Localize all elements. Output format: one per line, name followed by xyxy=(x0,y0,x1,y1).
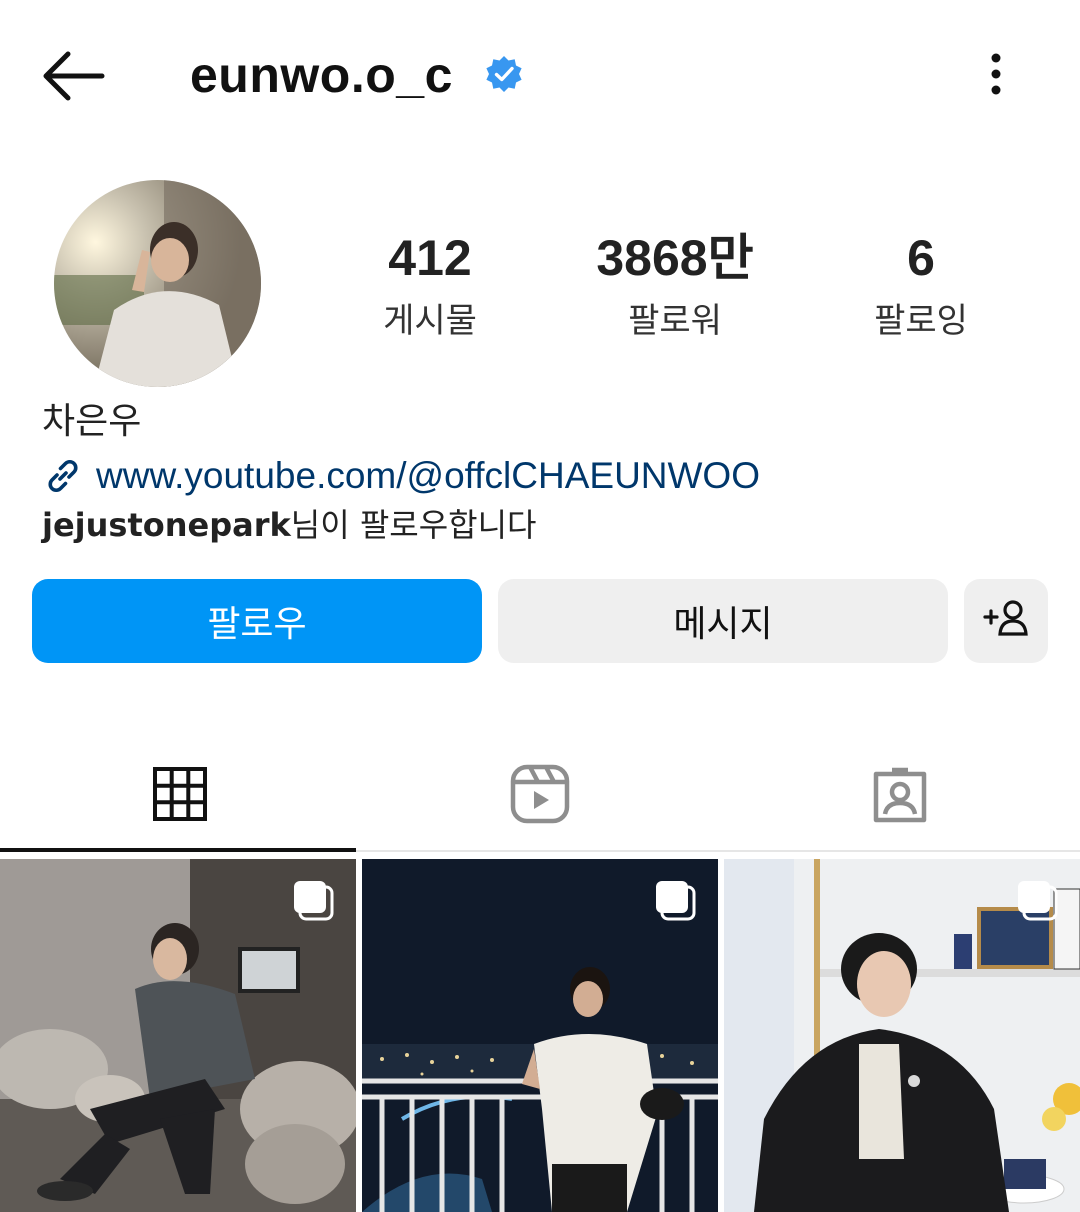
post-thumbnail[interactable] xyxy=(724,859,1080,1212)
carousel-icon xyxy=(1016,879,1060,923)
tab-reels[interactable] xyxy=(360,740,720,852)
post-thumbnail[interactable] xyxy=(362,859,718,1212)
followers-label: 팔로워 xyxy=(628,301,722,341)
profile-tabs xyxy=(0,740,1080,852)
profile-full-name: 차은우 xyxy=(42,401,142,442)
followed-by-text[interactable]: jejustonepark님이 팔로우합니다 xyxy=(42,503,537,547)
following-count: 6 xyxy=(907,230,935,286)
following-stat[interactable]: 6 팔로잉 xyxy=(811,228,1031,344)
tab-posts-grid[interactable] xyxy=(0,740,360,852)
suggested-users-button[interactable] xyxy=(964,579,1048,663)
more-options-icon[interactable] xyxy=(976,50,1016,100)
posts-stat[interactable]: 412 게시물 xyxy=(320,228,540,344)
profile-link-text[interactable]: www.youtube.com/@offclCHAEUNWOO xyxy=(96,452,760,500)
followed-by-suffix: 님이 팔로우합니다 xyxy=(290,506,537,544)
carousel-icon xyxy=(654,879,698,923)
post-thumbnail[interactable] xyxy=(0,859,356,1212)
link-icon xyxy=(42,455,84,497)
top-bar: eunwo.o_c xyxy=(0,0,1080,150)
add-user-icon xyxy=(982,597,1030,646)
tagged-icon xyxy=(870,764,930,828)
message-button[interactable]: 메시지 xyxy=(498,579,948,663)
follow-button[interactable]: 팔로우 xyxy=(32,579,482,663)
verified-badge-icon xyxy=(484,54,524,94)
active-tab-indicator xyxy=(0,848,356,852)
posts-count: 412 xyxy=(388,230,472,286)
followers-count: 3868만 xyxy=(596,230,754,286)
profile-link[interactable]: www.youtube.com/@offclCHAEUNWOO xyxy=(42,452,760,500)
posts-label: 게시물 xyxy=(383,301,477,341)
reels-icon xyxy=(510,764,570,828)
carousel-icon xyxy=(292,879,336,923)
followers-stat[interactable]: 3868만 팔로워 xyxy=(565,228,785,344)
profile-avatar[interactable] xyxy=(54,180,261,387)
profile-page: eunwo.o_c 412 게시물 3868만 팔로워 6 팔로잉 차은우 ww… xyxy=(0,0,1080,1212)
profile-username: eunwo.o_c xyxy=(190,47,453,103)
tab-tagged[interactable] xyxy=(720,740,1080,852)
back-arrow-icon[interactable] xyxy=(40,48,106,104)
followed-by-username[interactable]: jejustonepark xyxy=(42,506,291,544)
grid-icon xyxy=(153,767,207,825)
following-label: 팔로잉 xyxy=(874,301,968,341)
